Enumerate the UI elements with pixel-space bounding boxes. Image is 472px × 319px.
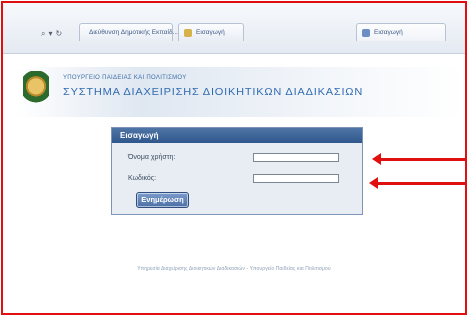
- username-label: Όνομα χρήστη:: [128, 154, 176, 161]
- tab-label: Εισαγωγή: [196, 29, 225, 36]
- refresh-icon[interactable]: ↻: [56, 29, 63, 39]
- username-row: Όνομα χρήστη:: [112, 149, 362, 166]
- browser-tab-login-active[interactable]: Εισαγωγή: [356, 23, 446, 41]
- screenshot-frame: ⌕ ▾ ↻ Διεύθυνση Δημοτικής Εκπαίδ... Εισα…: [1, 1, 467, 315]
- browser-tab-directorate[interactable]: Διεύθυνση Δημοτικής Εκπαίδ...: [79, 23, 178, 41]
- system-title: ΣΥΣΤΗΜΑ ΔΙΑΧΕΙΡΙΣΗΣ ΔΙΟΙΚΗΤΙΚΩΝ ΔΙΑΔΙΚΑΣ…: [63, 86, 364, 98]
- page-icon: [184, 28, 192, 37]
- password-input[interactable]: [253, 174, 339, 183]
- annotation-arrow-icon: [369, 177, 465, 189]
- cyprus-emblem-icon: [23, 71, 49, 105]
- login-panel-header: Εισαγωγή: [112, 128, 362, 143]
- address-bar-controls: ⌕ ▾ ↻: [41, 29, 62, 39]
- page-icon: [362, 28, 370, 37]
- page-footer: Υπηρεσία Διαχείρισης Διοικητικών Διαδικα…: [137, 266, 331, 272]
- search-icon[interactable]: ⌕: [41, 29, 45, 39]
- tab-label: Διεύθυνση Δημοτικής Εκπαίδ...: [89, 29, 178, 36]
- submit-button[interactable]: Ενημέρωση: [136, 192, 189, 208]
- chevron-down-icon[interactable]: ▾: [48, 29, 52, 39]
- tab-label: Εισαγωγή: [374, 29, 403, 36]
- browser-tab-bar: ⌕ ▾ ↻ Διεύθυνση Δημοτικής Εκπαίδ... Εισα…: [3, 3, 465, 54]
- annotation-arrow-icon: [372, 153, 465, 165]
- login-panel: Εισαγωγή Όνομα χρήστη: Κωδικός: Ενημέρωσ…: [111, 127, 363, 215]
- password-label: Κωδικός:: [128, 175, 157, 182]
- password-row: Κωδικός:: [112, 170, 362, 187]
- ministry-name: ΥΠΟΥΡΓΕΙΟ ΠΑΙΔΕΙΑΣ ΚΑΙ ΠΟΛΙΤΙΣΜΟΥ: [63, 75, 187, 81]
- ministry-banner: ΥΠΟΥΡΓΕΙΟ ΠΑΙΔΕΙΑΣ ΚΑΙ ΠΟΛΙΤΙΣΜΟΥ ΣΥΣΤΗΜ…: [3, 67, 465, 117]
- browser-tab-login[interactable]: Εισαγωγή: [178, 23, 244, 41]
- username-input[interactable]: [253, 153, 339, 162]
